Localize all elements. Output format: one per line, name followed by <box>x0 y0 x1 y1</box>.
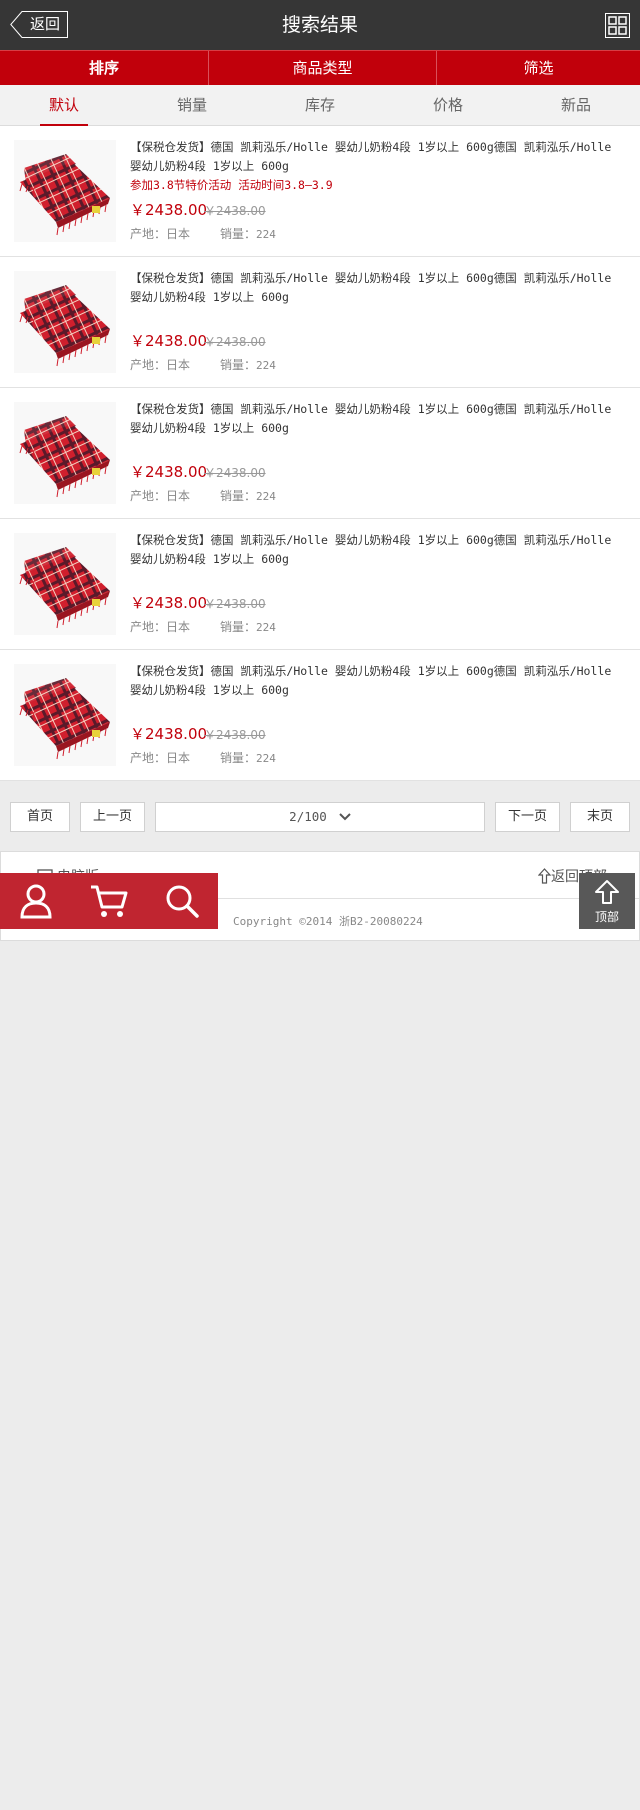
sales-label: 销量： <box>220 358 257 372</box>
product-sales: 销量：224 <box>220 488 276 505</box>
sales-value: 224 <box>256 621 276 634</box>
promo-text: 参加3.8节特价活动 活动时间3.8—3.9 <box>130 178 333 192</box>
product-image[interactable] <box>14 664 116 766</box>
product-image[interactable] <box>14 271 116 373</box>
original-price: ￥2438.00 <box>204 728 266 742</box>
prev-page-button[interactable]: 上一页 <box>80 802 145 832</box>
product-sales: 销量：224 <box>220 750 276 767</box>
product-thumbnail <box>14 140 116 242</box>
origin-value: 日本 <box>166 751 191 765</box>
origin-value: 日本 <box>166 358 191 372</box>
original-price: ￥2438.00 <box>204 204 266 218</box>
product-price: ￥2438.00 <box>130 463 208 481</box>
sort-price[interactable]: 价格 <box>384 85 512 125</box>
sales-label: 销量： <box>220 751 257 765</box>
sales-label: 销量： <box>220 620 257 634</box>
sales-label: 销量： <box>220 227 257 241</box>
product-item[interactable]: 【保税仓发货】德国 凯莉泓乐/Holle 婴幼儿奶粉4段 1岁以上 600g德国… <box>0 126 640 257</box>
page-indicator: 2/100 <box>289 809 327 824</box>
product-item[interactable]: 【保税仓发货】德国 凯莉泓乐/Holle 婴幼儿奶粉4段 1岁以上 600g德国… <box>0 257 640 388</box>
next-page-button[interactable]: 下一页 <box>495 802 560 832</box>
user-icon <box>20 884 52 919</box>
sales-value: 224 <box>256 490 276 503</box>
sort-bar: 默认 销量 库存 价格 新品 <box>0 85 640 126</box>
product-item[interactable]: 【保税仓发货】德国 凯莉泓乐/Holle 婴幼儿奶粉4段 1岁以上 600g德国… <box>0 388 640 519</box>
original-price: ￥2438.00 <box>204 335 266 349</box>
sort-new[interactable]: 新品 <box>512 85 640 125</box>
product-origin: 产地：日本 <box>130 488 190 504</box>
product-title[interactable]: 【保税仓发货】德国 凯莉泓乐/Holle 婴幼儿奶粉4段 1岁以上 600g德国… <box>130 269 626 307</box>
sort-stock[interactable]: 库存 <box>256 85 384 125</box>
product-origin: 产地：日本 <box>130 357 190 373</box>
back-to-top-label: 顶部 <box>594 910 619 924</box>
top-header: 返回 搜索结果 <box>0 0 640 50</box>
origin-label: 产地： <box>130 227 167 241</box>
product-thumbnail <box>14 533 116 635</box>
product-price: ￥2438.00 <box>130 332 208 350</box>
product-image[interactable] <box>14 402 116 504</box>
sales-value: 224 <box>256 359 276 372</box>
grid-menu-button[interactable] <box>605 13 630 38</box>
floating-action-bar <box>0 873 218 929</box>
product-origin: 产地：日本 <box>130 619 190 635</box>
original-price: ￥2438.00 <box>204 466 266 480</box>
product-origin: 产地：日本 <box>130 226 190 242</box>
sort-default[interactable]: 默认 <box>0 85 128 126</box>
product-sales: 销量：224 <box>220 226 276 243</box>
origin-label: 产地： <box>130 358 167 372</box>
search-icon <box>166 885 199 918</box>
pagination: 首页 上一页 2/100 下一页 末页 <box>0 781 640 851</box>
back-button[interactable]: 返回 <box>10 11 68 38</box>
origin-value: 日本 <box>166 489 191 503</box>
arrow-up-icon <box>595 880 619 904</box>
grid-icon <box>605 13 630 38</box>
origin-label: 产地： <box>130 489 167 503</box>
product-origin: 产地：日本 <box>130 750 190 766</box>
search-button[interactable] <box>145 873 218 929</box>
product-price: ￥2438.00 <box>130 725 208 743</box>
sales-value: 224 <box>256 752 276 765</box>
copyright-text: Copyright ©2014 浙B2-20080224 <box>233 915 423 928</box>
product-title[interactable]: 【保税仓发货】德国 凯莉泓乐/Holle 婴幼儿奶粉4段 1岁以上 600g德国… <box>130 138 626 176</box>
product-thumbnail <box>14 664 116 766</box>
product-price: ￥2438.00 <box>130 201 208 219</box>
sales-value: 224 <box>256 228 276 241</box>
chevron-down-icon <box>339 813 351 821</box>
product-title[interactable]: 【保税仓发货】德国 凯莉泓乐/Holle 婴幼儿奶粉4段 1岁以上 600g德国… <box>130 662 626 700</box>
product-price: ￥2438.00 <box>130 594 208 612</box>
sales-label: 销量： <box>220 489 257 503</box>
product-image[interactable] <box>14 140 116 242</box>
product-list: 【保税仓发货】德国 凯莉泓乐/Holle 婴幼儿奶粉4段 1岁以上 600g德国… <box>0 126 640 781</box>
tab-filter[interactable]: 筛选 <box>437 51 640 85</box>
origin-value: 日本 <box>166 227 191 241</box>
tab-category[interactable]: 商品类型 <box>209 51 437 85</box>
back-to-top-button[interactable]: 顶部 <box>579 873 635 929</box>
tab-sort[interactable]: 排序 <box>0 51 209 85</box>
last-page-button[interactable]: 末页 <box>570 802 630 832</box>
product-item[interactable]: 【保税仓发货】德国 凯莉泓乐/Holle 婴幼儿奶粉4段 1岁以上 600g德国… <box>0 650 640 781</box>
page-title: 搜索结果 <box>281 14 358 36</box>
product-thumbnail <box>14 271 116 373</box>
product-thumbnail <box>14 402 116 504</box>
origin-value: 日本 <box>166 620 191 634</box>
product-title[interactable]: 【保税仓发货】德国 凯莉泓乐/Holle 婴幼儿奶粉4段 1岁以上 600g德国… <box>130 531 626 569</box>
original-price: ￥2438.00 <box>204 597 266 611</box>
product-image[interactable] <box>14 533 116 635</box>
product-sales: 销量：224 <box>220 619 276 636</box>
cart-button[interactable] <box>73 873 146 929</box>
cart-icon <box>91 885 128 917</box>
back-label: 返回 <box>30 15 61 33</box>
first-page-button[interactable]: 首页 <box>10 802 70 832</box>
product-title[interactable]: 【保税仓发货】德国 凯莉泓乐/Holle 婴幼儿奶粉4段 1岁以上 600g德国… <box>130 400 626 438</box>
sort-sales[interactable]: 销量 <box>128 85 256 125</box>
filter-tab-bar: 排序 商品类型 筛选 <box>0 50 640 85</box>
product-sales: 销量：224 <box>220 357 276 374</box>
arrow-up-icon <box>538 868 551 884</box>
account-button[interactable] <box>0 873 73 929</box>
origin-label: 产地： <box>130 620 167 634</box>
product-item[interactable]: 【保税仓发货】德国 凯莉泓乐/Holle 婴幼儿奶粉4段 1岁以上 600g德国… <box>0 519 640 650</box>
page-select[interactable]: 2/100 <box>155 802 485 832</box>
origin-label: 产地： <box>130 751 167 765</box>
